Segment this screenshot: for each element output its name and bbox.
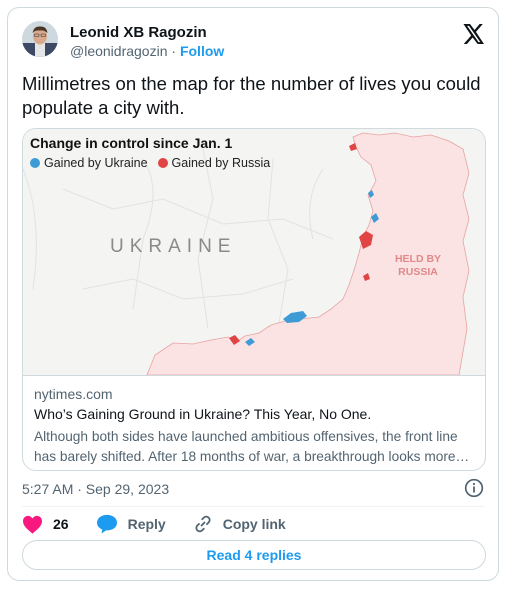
info-icon[interactable] xyxy=(464,478,484,498)
heart-icon xyxy=(23,515,42,534)
link-description: Although both sides have launched ambiti… xyxy=(34,429,470,464)
legend-ukraine: Gained by Ukraine xyxy=(30,156,148,170)
like-count: 26 xyxy=(53,516,69,532)
author-handle-row: @leonidragozin · Follow xyxy=(70,43,224,59)
action-bar: 26 Reply Copy link xyxy=(22,513,313,535)
separator: · xyxy=(171,43,177,59)
read-replies-button[interactable]: Read 4 replies xyxy=(22,540,486,570)
map-image: Change in control since Jan. 1 Gained by… xyxy=(23,129,485,376)
legend-ukraine-label: Gained by Ukraine xyxy=(44,156,148,170)
link-icon xyxy=(195,515,211,533)
copy-link-button[interactable]: Copy link xyxy=(193,514,286,534)
tweet-card: Leonid XB Ragozin @leonidragozin · Follo… xyxy=(7,7,499,581)
legend-russia-swatch xyxy=(157,158,168,168)
follow-button[interactable]: Follow xyxy=(180,43,224,59)
reply-label: Reply xyxy=(127,516,166,532)
divider xyxy=(22,506,484,507)
held-label-line1: HELD BY xyxy=(394,253,442,265)
reply-button[interactable]: Reply xyxy=(96,514,166,534)
legend-ukraine-swatch xyxy=(30,158,40,168)
map-country-label: UKRAINE xyxy=(110,236,237,257)
map-legend: Gained by Ukraine Gained by Russia xyxy=(30,156,280,170)
legend-russia-label: Gained by Russia xyxy=(171,156,271,170)
like-button[interactable]: 26 xyxy=(22,515,69,534)
link-domain: nytimes.com xyxy=(34,386,113,402)
link-preview-card[interactable]: Change in control since Jan. 1 Gained by… xyxy=(22,128,486,471)
link-meta: nytimes.com Who’s Gaining Ground in Ukra… xyxy=(23,375,485,470)
x-logo-icon[interactable] xyxy=(463,24,485,44)
link-headline: Who’s Gaining Ground in Ukraine? This Ye… xyxy=(34,406,372,422)
author-name[interactable]: Leonid XB Ragozin xyxy=(70,24,207,41)
avatar[interactable] xyxy=(22,21,58,57)
reply-bubble-icon xyxy=(96,514,117,534)
held-label-line2: RUSSIA xyxy=(398,266,438,278)
map-held-label: HELD BY RUSSIA xyxy=(383,253,453,279)
map-title: Change in control since Jan. 1 xyxy=(30,135,233,151)
author-handle[interactable]: @leonidragozin xyxy=(70,43,168,59)
copy-link-label: Copy link xyxy=(222,516,286,532)
legend-russia: Gained by Russia xyxy=(157,156,271,170)
tweet-timestamp[interactable]: 5:27 AM · Sep 29, 2023 xyxy=(22,481,169,497)
tweet-text: Millimetres on the map for the number of… xyxy=(22,73,481,118)
